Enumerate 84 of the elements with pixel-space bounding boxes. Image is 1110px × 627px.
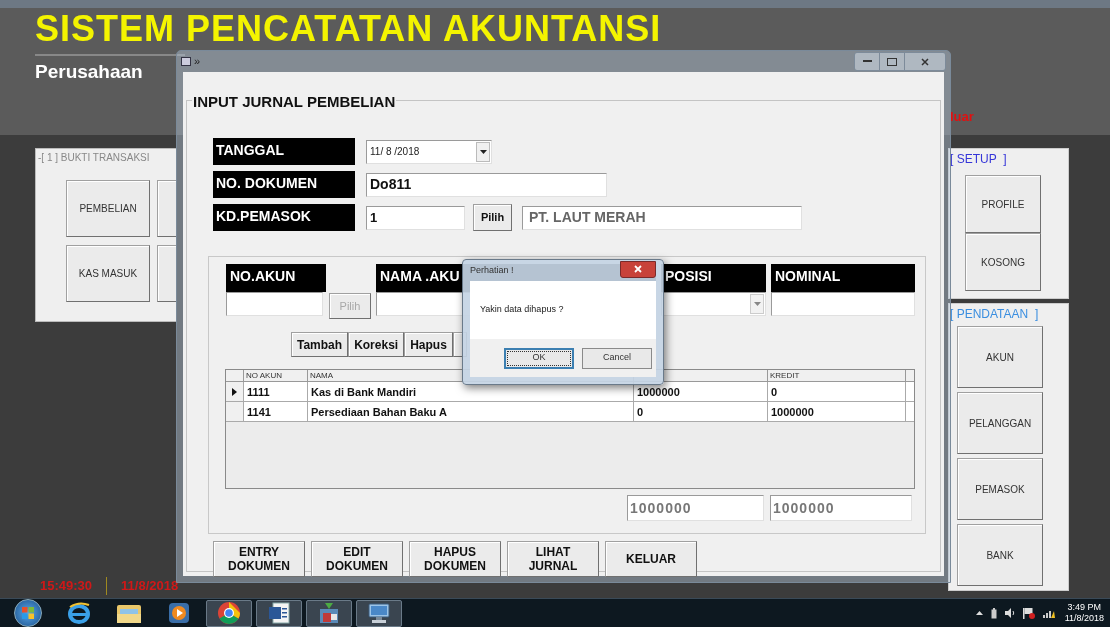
- field-label: NO. DOKUMEN: [213, 171, 355, 198]
- tray-time: 3:49 PM: [1067, 602, 1102, 613]
- column-header: NO.AKUN: [226, 264, 326, 292]
- column-header: POSISI: [661, 264, 766, 292]
- document-action-button[interactable]: LIHAT JURNAL: [507, 541, 599, 577]
- date-picker[interactable]: 11/ 8 /2018: [366, 139, 492, 164]
- media-player-icon[interactable]: [168, 602, 190, 624]
- computer-icon[interactable]: [367, 601, 391, 625]
- dialog-button[interactable]: OK: [504, 347, 574, 369]
- panel-title: [ SETUP ]: [950, 151, 1007, 168]
- network-icon[interactable]: [1042, 608, 1055, 618]
- pick-button: Pilih: [329, 293, 371, 319]
- document-action-button[interactable]: KELUAR: [605, 541, 697, 577]
- clock-text: 15:49:30: [40, 577, 93, 595]
- data-button[interactable]: PEMASOK: [957, 458, 1043, 520]
- document-action-button[interactable]: HAPUS DOKUMEN: [409, 541, 501, 577]
- transaction-button[interactable]: [157, 245, 176, 302]
- row-action-button[interactable]: Tambah: [291, 332, 349, 357]
- window-title: »: [194, 54, 201, 70]
- grid-cell: 0: [634, 402, 768, 421]
- document-action-button[interactable]: EDIT DOKUMEN: [311, 541, 403, 577]
- grid-cell: 1141: [244, 402, 308, 421]
- app-title: SISTEM PENCATATAN AKUNTANSI: [35, 10, 663, 48]
- column-header: NOMINAL: [771, 264, 915, 292]
- dialog-button[interactable]: Cancel: [582, 347, 652, 369]
- dialog-title: Perhatian !: [470, 263, 514, 277]
- minimize-icon: [862, 60, 872, 63]
- grid-cell: Persediaan Bahan Baku A: [308, 402, 634, 421]
- maximize-icon: [887, 57, 897, 66]
- speaker-icon[interactable]: [1004, 608, 1015, 618]
- data-button[interactable]: BANK: [957, 524, 1043, 586]
- row-action-button[interactable]: Hapus: [404, 332, 453, 357]
- text-field[interactable]: Do811: [366, 172, 607, 197]
- transaction-button[interactable]: KAS MASUK: [66, 245, 150, 302]
- dropdown-field[interactable]: [661, 292, 766, 316]
- document-action-button[interactable]: ENTRY DOKUMEN: [213, 541, 305, 577]
- dialog-message: Yakin data dihapus ?: [480, 303, 564, 317]
- panel-title: [ PENDATAAN ]: [950, 306, 1039, 323]
- window-icon: [181, 57, 191, 66]
- field-label: KD.PEMASOK: [213, 204, 355, 231]
- grid-column-header: KREDIT: [768, 370, 906, 381]
- pick-button[interactable]: Pilih: [473, 204, 512, 231]
- dropdown-arrow-icon: [753, 302, 761, 306]
- minimize-button[interactable]: [855, 53, 880, 70]
- setup-button[interactable]: KOSONG: [965, 233, 1041, 291]
- maximize-button[interactable]: [880, 53, 905, 70]
- transaction-button[interactable]: PEMBELIAN: [66, 180, 150, 237]
- panel-title: -[ 1 ] BUKTI TRANSAKSI: [38, 151, 150, 165]
- setup-button[interactable]: PROFILE: [965, 175, 1041, 233]
- browser-icon[interactable]: [67, 601, 91, 625]
- windows-logo-icon: [22, 607, 34, 619]
- data-button[interactable]: AKUN: [957, 326, 1043, 388]
- close-icon: [921, 57, 929, 66]
- close-icon: [634, 265, 642, 273]
- company-name: Perusahaan: [35, 60, 143, 84]
- grid-cell: 1000000: [768, 402, 906, 421]
- row-pointer-icon: [232, 387, 237, 396]
- chrome-icon[interactable]: [217, 601, 241, 625]
- code-field[interactable]: 1: [366, 205, 465, 230]
- row-header-cell[interactable]: [226, 382, 244, 401]
- data-button[interactable]: PELANGGAN: [957, 392, 1043, 454]
- grid-column-header: NO AKUN: [244, 370, 308, 381]
- supplier-name-field[interactable]: PT. LAUT MERAH: [522, 205, 802, 230]
- dropdown-arrow-icon: [479, 149, 487, 154]
- application-icon[interactable]: [317, 601, 341, 625]
- field-label: TANGGAL: [213, 138, 355, 165]
- start-button[interactable]: [14, 599, 42, 627]
- document-icon[interactable]: [267, 601, 291, 625]
- folder-icon[interactable]: [116, 602, 142, 624]
- show-hidden-icons-icon[interactable]: [975, 611, 983, 615]
- row-action-button[interactable]: Koreksi: [348, 332, 405, 357]
- grid-cell: 0: [768, 382, 906, 401]
- text-field[interactable]: [771, 292, 915, 316]
- total-field: 1000000: [770, 495, 912, 521]
- row-header-cell[interactable]: [226, 402, 244, 421]
- total-field: 1000000: [627, 495, 764, 521]
- close-button[interactable]: [620, 260, 656, 278]
- tray-date: 11/8/2018: [1064, 613, 1104, 624]
- grid-cell: 1111: [244, 382, 308, 401]
- date-text: 11/8/2018: [121, 577, 179, 595]
- flag-icon[interactable]: [1022, 607, 1035, 619]
- transaction-button[interactable]: [157, 180, 176, 237]
- account-field[interactable]: [226, 292, 323, 316]
- battery-icon[interactable]: [990, 607, 997, 619]
